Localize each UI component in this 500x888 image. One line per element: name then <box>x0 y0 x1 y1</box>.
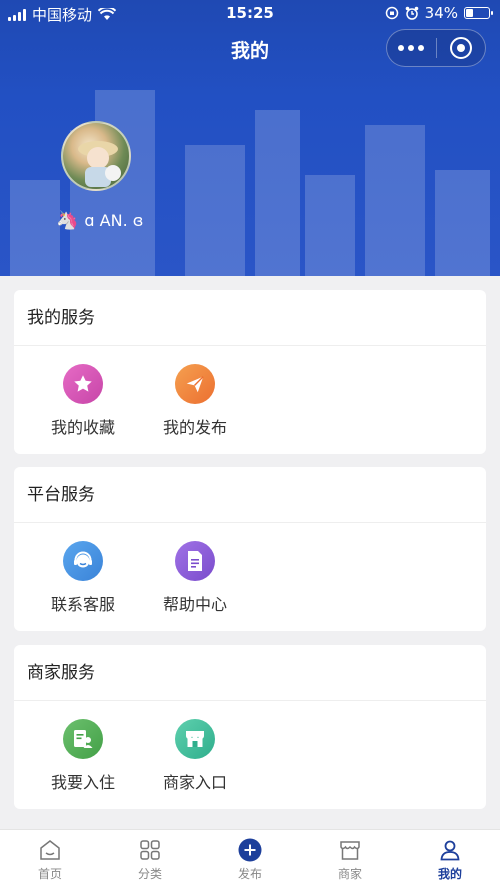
plus-circle-icon <box>238 838 262 862</box>
tab-mine[interactable]: 我的 <box>400 830 500 888</box>
storefront-icon <box>175 719 215 759</box>
section-title: 我的服务 <box>14 290 486 346</box>
merchant-portal-button[interactable]: 商家入口 <box>139 719 251 793</box>
registration-icon <box>63 719 103 759</box>
close-miniprogram-button[interactable] <box>437 37 486 59</box>
tab-category[interactable]: 分类 <box>100 830 200 888</box>
tab-label: 我的 <box>437 867 462 881</box>
apply-to-join-button[interactable]: 我要入住 <box>27 719 139 793</box>
tab-label: 商家 <box>337 867 362 881</box>
miniprogram-capsule <box>386 29 486 67</box>
my-favorites-button[interactable]: 我的收藏 <box>27 364 139 438</box>
orientation-lock-icon <box>385 6 398 20</box>
service-label: 我的收藏 <box>50 418 115 437</box>
home-icon <box>40 840 60 860</box>
tab-publish[interactable]: 发布 <box>200 830 300 888</box>
star-icon <box>63 364 103 404</box>
service-label: 联系客服 <box>50 595 115 614</box>
grid-icon <box>140 840 160 860</box>
tab-label: 分类 <box>137 867 162 881</box>
status-bar: 中国移动 15:25 34% <box>0 0 500 26</box>
more-menu-button[interactable] <box>387 45 436 51</box>
section-title: 平台服务 <box>14 467 486 523</box>
service-label: 我的发布 <box>162 418 227 437</box>
tab-label: 首页 <box>37 867 62 881</box>
service-label: 商家入口 <box>162 773 227 792</box>
battery-percent: 34% <box>424 4 458 22</box>
shop-icon <box>340 841 360 860</box>
user-info: 🦄 ɑ AN. ɞ <box>56 210 143 231</box>
help-center-button[interactable]: 帮助中心 <box>139 541 251 615</box>
alarm-icon <box>405 6 418 20</box>
tab-home[interactable]: 首页 <box>0 830 100 888</box>
service-label: 我要入住 <box>50 773 115 792</box>
contact-support-button[interactable]: 联系客服 <box>27 541 139 615</box>
section-title: 商家服务 <box>14 645 486 701</box>
avatar[interactable] <box>61 121 131 191</box>
section-platform-services: 平台服务 联系客服 帮助中心 <box>14 467 486 631</box>
send-icon <box>175 364 215 404</box>
battery-icon <box>464 7 493 19</box>
service-label: 帮助中心 <box>162 595 227 614</box>
unicorn-icon: 🦄 <box>56 210 79 231</box>
user-icon <box>440 840 460 861</box>
bottom-tabbar: 首页 分类 发布 商家 我的 <box>0 829 500 888</box>
section-my-services: 我的服务 我的收藏 我的发布 <box>14 290 486 454</box>
tab-label: 发布 <box>237 867 262 881</box>
profile-header: 中国移动 15:25 34% 我的 🦄 ɑ AN. ɞ <box>0 0 500 276</box>
section-merchant-services: 商家服务 我要入住 商家入口 <box>14 645 486 809</box>
username: ɑ AN. ɞ <box>84 211 144 230</box>
my-posts-button[interactable]: 我的发布 <box>139 364 251 438</box>
tab-merchant[interactable]: 商家 <box>300 830 400 888</box>
document-icon <box>175 541 215 581</box>
target-icon <box>449 37 472 59</box>
headset-icon <box>63 541 103 581</box>
